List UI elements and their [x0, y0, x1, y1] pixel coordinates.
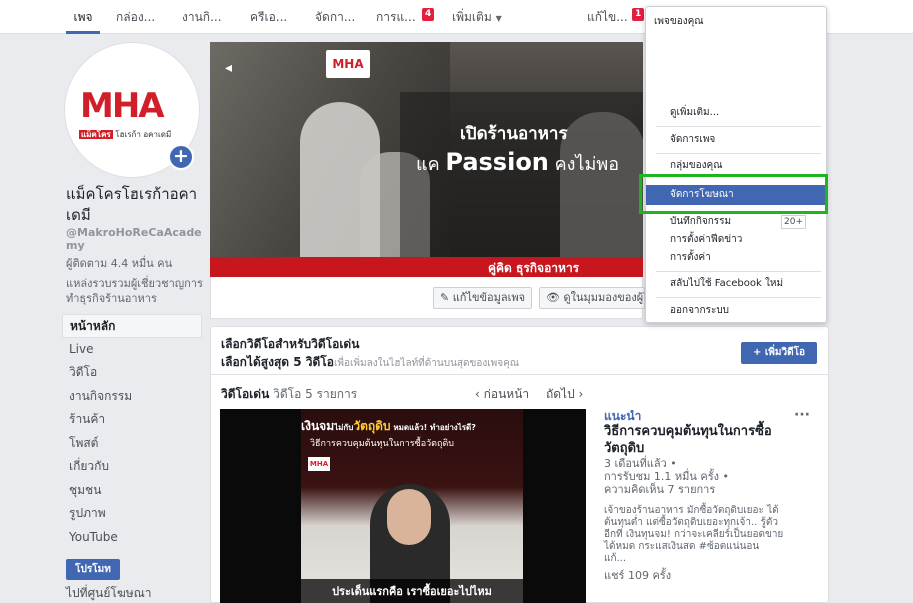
video-description: เจ้าของร้านอาหาร มักซื้อวัตถุดิบเยอะ ได้…: [604, 505, 784, 564]
nav-item-home[interactable]: หน้าหลัก: [62, 314, 202, 338]
logo-subtitle: แม็คโคร โฮเรก้า อคาเดมี: [79, 130, 172, 139]
separator: [656, 153, 821, 154]
video-title[interactable]: วิธีการควบคุมต้นทุนในการซื้อวัตถุดิบ: [604, 423, 794, 457]
nav-item-photos[interactable]: รูปภาพ: [62, 502, 202, 526]
edit-badge: 1: [632, 8, 645, 21]
view-as-visitor-button[interactable]: 👁 ดูในมุมมองของผู้ใช้: [539, 287, 645, 309]
edit-page-info-button[interactable]: ✎ แก้ไขข้อมูลเพจ: [433, 287, 533, 309]
tab-edit[interactable]: แก้ไข...: [587, 0, 628, 34]
tab-page[interactable]: เพจ: [66, 0, 100, 34]
video-meta: 3 เดือนที่แล้ว • การรับชม 1.1 หมื่น ครั้…: [604, 457, 729, 496]
page-handle[interactable]: @MakroHoReCaAcademy: [66, 226, 206, 252]
nav-item-posts[interactable]: โพสต์: [62, 432, 202, 456]
tab-events[interactable]: งานกิ...: [182, 0, 222, 34]
featured-videos-label: วิดีโอเด่น วิดีโอ 5 รายการ: [221, 387, 358, 401]
cover-headline: เปิดร้านอาหาร: [460, 124, 568, 144]
ad-center-link[interactable]: ไปที่ศูนย์โฆษณา: [66, 584, 152, 603]
see-more-item[interactable]: ดูเพิ่มเติม...: [646, 103, 826, 123]
page-action-bar: ✎ แก้ไขข้อมูลเพจ 👁 ดูในมุมมองของผู้ใช้: [210, 277, 645, 319]
add-video-button[interactable]: + เพิ่มวิดีโอ: [741, 342, 817, 364]
separator: [656, 271, 821, 272]
activity-log-item[interactable]: บันทึกกิจกรรม 20+: [646, 212, 826, 232]
notification-badge: 4: [422, 8, 435, 21]
separator: [656, 126, 821, 127]
chevron-left-icon: ◂: [225, 60, 233, 76]
video-shares: แชร์ 109 ครั้ง: [604, 569, 672, 582]
mha-logo: MHA: [80, 86, 165, 126]
news-feed-prefs-item[interactable]: การตั้งค่าฟีดข่าว: [646, 230, 826, 250]
tab-more[interactable]: เพิ่มเติม ▼: [452, 0, 502, 34]
video-headline: เงินจมไม่กับวัตถุดิบ หมดแล้ว! ทำอย่างไรด…: [301, 419, 476, 433]
tab-creator[interactable]: ครีเอ...: [250, 0, 287, 34]
video-caption: ประเด็นแรกคือ เราซื้อเยอะไปไหม: [301, 579, 523, 603]
promote-button[interactable]: โปรโมท: [66, 559, 120, 580]
nav-item-shop[interactable]: ร้านค้า: [62, 408, 202, 432]
featured-title: เลือกวิดีโอสำหรับวิดีโอเด่น: [221, 337, 360, 351]
nav-item-about[interactable]: เกี่ยวกับ: [62, 455, 202, 479]
cover-subheadline: แค Passion คงไม่พอ: [416, 148, 620, 176]
dropdown-header: เพจของคุณ: [654, 16, 704, 27]
video-thumbnail[interactable]: เงินจมไม่กับวัตถุดิบ หมดแล้ว! ทำอย่างไรด…: [220, 409, 586, 603]
activity-count-badge: 20+: [781, 215, 806, 229]
highlight-box: [639, 174, 828, 214]
nav-item-videos[interactable]: วิดีโอ: [62, 361, 202, 385]
tab-more-label: เพิ่มเติม: [452, 10, 492, 24]
followers-count: ผู้ติดตาม 4.4 หมื่น คน: [66, 257, 173, 270]
settings-item[interactable]: การตั้งค่า: [646, 248, 826, 268]
tab-manage[interactable]: จัดกา...: [315, 0, 355, 34]
switch-new-facebook-item[interactable]: สลับไปใช้ Facebook ใหม่: [646, 274, 826, 294]
chevron-down-icon: ▼: [495, 14, 502, 23]
activity-log-label: บันทึกกิจกรรม: [670, 216, 732, 227]
your-groups-item[interactable]: กลุ่มของคุณ: [646, 156, 826, 176]
cover-photo[interactable]: ◂ MHA เปิดร้านอาหาร แค Passion คงไม่พอ ค…: [210, 42, 643, 277]
nav-item-youtube[interactable]: YouTube: [62, 526, 202, 550]
divider: [211, 374, 828, 375]
more-options-icon[interactable]: ···: [794, 407, 810, 423]
page-description: แหล่งรวบรวมผู้เชี่ยวชาญการทำธุรกิจร้านอา…: [66, 277, 203, 305]
cover-logo: MHA: [326, 50, 370, 78]
page-title[interactable]: แม็คโครโฮเรก้าอคาเดมี: [66, 184, 206, 226]
separator: [656, 297, 821, 298]
tab-notifications[interactable]: การแ...: [376, 0, 416, 34]
nav-item-events[interactable]: งานกิจกรรม: [62, 385, 202, 409]
account-dropdown-menu: เพจของคุณ ดูเพิ่มเติม... จัดการเพจ กลุ่ม…: [645, 6, 827, 323]
tab-inbox[interactable]: กล่อง...: [116, 0, 155, 34]
featured-subtitle: เลือกได้สูงสุด 5 วิดีโอเพื่อเพิ่มลงในไฮไ…: [221, 355, 520, 369]
cover-tagline: คู่คิด ธุรกิจอาหาร: [488, 261, 580, 275]
manage-page-item[interactable]: จัดการเพจ: [646, 130, 826, 150]
nav-item-community[interactable]: ชุมชน: [62, 479, 202, 503]
next-button[interactable]: ถัดไป ›: [546, 385, 583, 404]
nav-item-live[interactable]: Live: [62, 338, 202, 362]
video-logo: MHA: [308, 457, 330, 471]
add-photo-button[interactable]: +: [168, 144, 194, 170]
previous-button[interactable]: ‹ ก่อนหน้า: [475, 385, 529, 404]
logout-item[interactable]: ออกจากระบบ: [646, 301, 826, 321]
video-subline: วิธีการควบคุมต้นทุนในการซื้อวัตถุดิบ: [310, 439, 455, 449]
left-navigation: หน้าหลัก Live วิดีโอ งานกิจกรรม ร้านค้า …: [62, 314, 202, 549]
featured-video-card: เลือกวิดีโอสำหรับวิดีโอเด่น เลือกได้สูงส…: [210, 326, 829, 603]
